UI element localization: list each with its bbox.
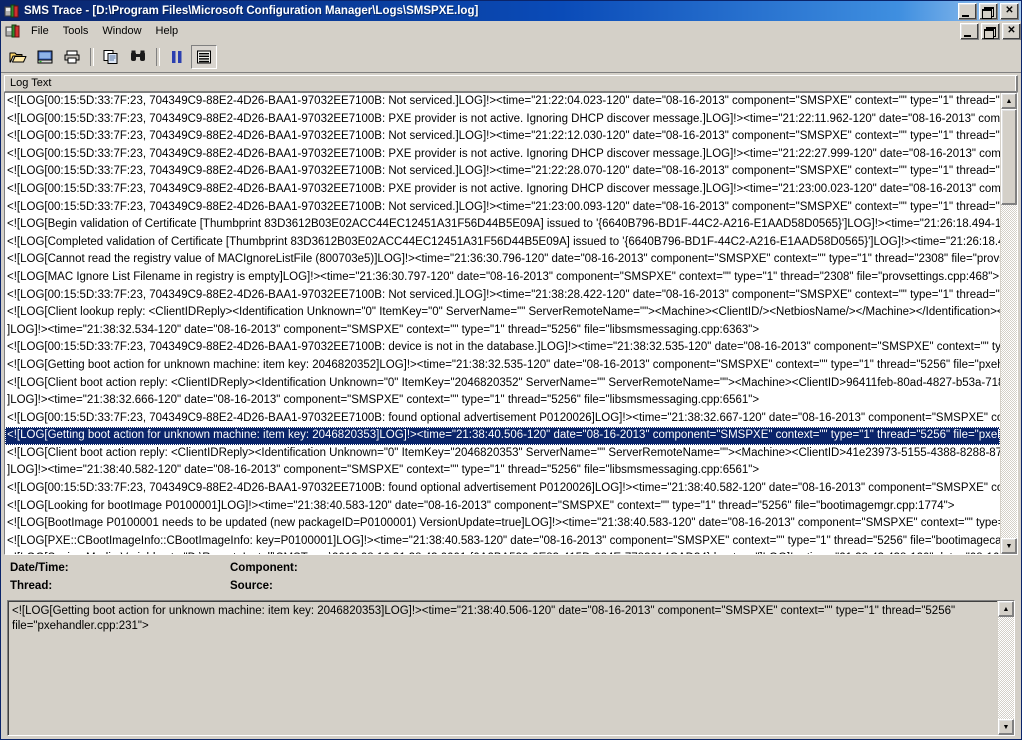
- label-source: Source:: [230, 580, 273, 593]
- detail-text: <![LOG[Getting boot action for unknown m…: [8, 601, 997, 735]
- window-controls-inner: ✕: [960, 22, 1021, 40]
- menu-window[interactable]: Window: [95, 23, 148, 39]
- restore-button-outer[interactable]: [979, 2, 998, 20]
- detail-row-2: Thread: Source:: [10, 577, 1015, 595]
- log-row[interactable]: <![LOG[00:15:5D:33:7F:23, 704349C9-88E2-…: [5, 339, 1000, 357]
- log-row[interactable]: <![LOG[PXE::CBootImageInfo::CBootImageIn…: [5, 533, 1000, 551]
- detail-vertical-scrollbar[interactable]: [997, 601, 1014, 735]
- log-row[interactable]: <![LOG[MAC Ignore List Filename in regis…: [5, 269, 1000, 287]
- scroll-up-button[interactable]: [1001, 93, 1017, 109]
- label-thread: Thread:: [10, 580, 53, 593]
- toolbar: [1, 42, 1021, 73]
- log-row[interactable]: <![LOG[Client lookup reply: <ClientIDRep…: [5, 304, 1000, 322]
- log-row[interactable]: <![LOG[Saving Media Variables to "D:\Rem…: [5, 550, 1000, 554]
- detail-text-box[interactable]: <![LOG[Getting boot action for unknown m…: [7, 600, 1015, 736]
- close-button-inner[interactable]: ✕: [1002, 22, 1021, 40]
- detail-scroll-up-button[interactable]: [998, 601, 1014, 618]
- sms-trace-icon: [4, 3, 20, 19]
- log-row[interactable]: <![LOG[Looking for bootImage P0100001]LO…: [5, 498, 1000, 516]
- scroll-thumb[interactable]: [1001, 109, 1017, 205]
- log-row[interactable]: ]LOG]!><time="21:38:32.666-120" date="08…: [5, 392, 1000, 410]
- label-component: Component:: [230, 562, 298, 575]
- menu-help[interactable]: Help: [149, 23, 186, 39]
- close-button-outer[interactable]: ✕: [1000, 2, 1019, 20]
- detail-scroll-down-button[interactable]: [998, 719, 1014, 735]
- window-controls-outer: ✕: [958, 2, 1019, 20]
- log-vertical-scrollbar[interactable]: [1000, 93, 1017, 555]
- log-row[interactable]: <![LOG[Client boot action reply: <Client…: [5, 375, 1000, 393]
- log-row[interactable]: <![LOG[Cannot read the registry value of…: [5, 251, 1000, 269]
- log-row[interactable]: <![LOG[00:15:5D:33:7F:23, 704349C9-88E2-…: [5, 146, 1000, 164]
- detail-text-line-2: file="pxehandler.cpp:231">: [12, 620, 149, 633]
- minimize-button-inner[interactable]: [960, 22, 979, 40]
- mdi-document-icon[interactable]: [5, 23, 21, 39]
- copy-icon[interactable]: [98, 45, 124, 69]
- restore-button-inner[interactable]: [981, 22, 1000, 40]
- menu-bar: File Tools Window Help ✕: [1, 21, 1021, 42]
- log-list: <![LOG[00:15:5D:33:7F:23, 704349C9-88E2-…: [4, 92, 1018, 556]
- sms-trace-window: SMS Trace - [D:\Program Files\Microsoft …: [0, 0, 1022, 740]
- detail-text-line-1: <![LOG[Getting boot action for unknown m…: [12, 605, 956, 618]
- log-row-selected[interactable]: <![LOG[Getting boot action for unknown m…: [5, 427, 1000, 445]
- log-row[interactable]: <![LOG[00:15:5D:33:7F:23, 704349C9-88E2-…: [5, 181, 1000, 199]
- log-row[interactable]: ]LOG]!><time="21:38:40.582-120" date="08…: [5, 462, 1000, 480]
- window-title: SMS Trace - [D:\Program Files\Microsoft …: [24, 5, 479, 17]
- menu-file[interactable]: File: [24, 23, 56, 39]
- detail-row-1: Date/Time: Component:: [10, 559, 1015, 577]
- column-header-log-text[interactable]: Log Text: [5, 76, 1017, 91]
- lines-view-icon[interactable]: [191, 45, 217, 69]
- log-row[interactable]: <![LOG[00:15:5D:33:7F:23, 704349C9-88E2-…: [5, 163, 1000, 181]
- scroll-down-button[interactable]: [1001, 538, 1017, 555]
- open-folder-icon[interactable]: [5, 45, 31, 69]
- minimize-button-outer[interactable]: [958, 2, 977, 20]
- printer-icon[interactable]: [59, 45, 85, 69]
- log-row[interactable]: <![LOG[Client boot action reply: <Client…: [5, 445, 1000, 463]
- pause-icon[interactable]: [164, 45, 190, 69]
- log-rows-container[interactable]: <![LOG[00:15:5D:33:7F:23, 704349C9-88E2-…: [5, 93, 1000, 555]
- log-row[interactable]: <![LOG[Completed validation of Certifica…: [5, 234, 1000, 252]
- log-row[interactable]: <![LOG[Getting boot action for unknown m…: [5, 357, 1000, 375]
- log-row[interactable]: <![LOG[00:15:5D:33:7F:23, 704349C9-88E2-…: [5, 199, 1000, 217]
- detail-scroll-track[interactable]: [998, 617, 1014, 719]
- detail-pane: Date/Time: Component: Thread: Source:: [4, 555, 1018, 598]
- label-date-time: Date/Time:: [10, 562, 69, 575]
- title-bar: SMS Trace - [D:\Program Files\Microsoft …: [1, 1, 1021, 21]
- log-row[interactable]: <![LOG[BootImage P0100001 needs to be up…: [5, 515, 1000, 533]
- log-row[interactable]: <![LOG[00:15:5D:33:7F:23, 704349C9-88E2-…: [5, 111, 1000, 129]
- scroll-track[interactable]: [1001, 109, 1017, 539]
- toolbar-separator-1: [90, 48, 94, 66]
- log-row[interactable]: ]LOG]!><time="21:38:32.534-120" date="08…: [5, 322, 1000, 340]
- log-row[interactable]: <![LOG[Begin validation of Certificate […: [5, 216, 1000, 234]
- log-row[interactable]: <![LOG[00:15:5D:33:7F:23, 704349C9-88E2-…: [5, 93, 1000, 111]
- log-row[interactable]: <![LOG[00:15:5D:33:7F:23, 704349C9-88E2-…: [5, 480, 1000, 498]
- log-row[interactable]: <![LOG[00:15:5D:33:7F:23, 704349C9-88E2-…: [5, 287, 1000, 305]
- menu-tools[interactable]: Tools: [56, 23, 96, 39]
- log-row[interactable]: <![LOG[00:15:5D:33:7F:23, 704349C9-88E2-…: [5, 128, 1000, 146]
- log-row[interactable]: <![LOG[00:15:5D:33:7F:23, 704349C9-88E2-…: [5, 410, 1000, 428]
- binoculars-find-icon[interactable]: [125, 45, 151, 69]
- monitor-icon[interactable]: [32, 45, 58, 69]
- toolbar-separator-2: [156, 48, 160, 66]
- list-header: Log Text: [4, 75, 1018, 92]
- document-client-area: Log Text <![LOG[00:15:5D:33:7F:23, 70434…: [1, 73, 1021, 739]
